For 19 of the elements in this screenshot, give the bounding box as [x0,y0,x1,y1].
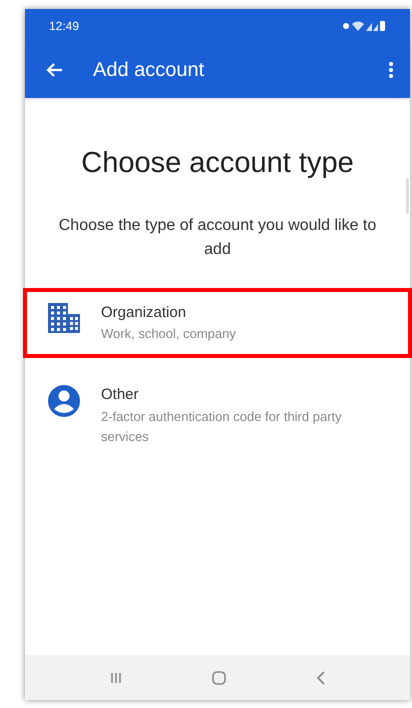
option-description: 2-factor authentication code for third party services [101,408,343,446]
subtitle: Choose the type of account you would like to add [58,216,378,260]
heading: Choose account type [80,146,355,181]
back-icon[interactable] [45,62,63,78]
option-description: Work, school, company [101,325,236,343]
status-time: 12:49 [49,18,80,34]
back-nav-icon[interactable] [316,670,326,684]
option-title: Organization [101,302,188,322]
person-icon [47,384,81,418]
building-icon [47,302,81,334]
option-title: Other [101,385,140,405]
account-type-option[interactable]: Other 2-factor authentication code for third party services [23,370,412,460]
more-options-icon[interactable] [388,61,394,79]
recent-apps-icon[interactable] [110,672,122,684]
scrollbar [406,178,409,214]
app-bar-title: Add account [93,58,206,83]
account-type-option[interactable]: Organization Work, school, company [23,288,412,358]
status-icons [342,20,386,32]
home-icon[interactable] [210,670,226,686]
